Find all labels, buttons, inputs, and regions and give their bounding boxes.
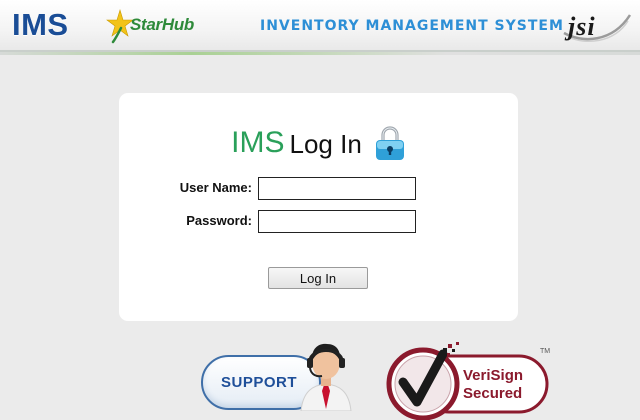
- support-button[interactable]: SUPPORT: [201, 343, 352, 411]
- trademark-mark: TM: [540, 348, 551, 355]
- password-label: Password:: [186, 213, 252, 228]
- verisign-secured-badge: VeriSign Secured TM: [381, 340, 553, 420]
- login-panel: IMS Log In User Name: Password: Log In: [119, 93, 518, 321]
- login-button[interactable]: Log In: [268, 267, 368, 289]
- jsi-logo: jsi: [568, 12, 596, 41]
- password-input[interactable]: [258, 210, 416, 233]
- username-label: User Name:: [179, 180, 252, 195]
- secured-label: Secured: [463, 385, 523, 402]
- lock-icon: [375, 126, 404, 160]
- ims-logo: IMS: [12, 7, 69, 42]
- verisign-label: VeriSign: [463, 367, 524, 384]
- login-title-text: Log In: [289, 129, 362, 159]
- system-title: INVENTORY MANAGEMENT SYSTEM: [260, 18, 564, 34]
- app-header: IMS StarHub INVENTORY MANAGEMENT SYSTEM …: [0, 0, 640, 55]
- login-title-brand: IMS: [231, 126, 285, 159]
- starhub-logo-text: StarHub: [130, 15, 195, 34]
- username-input[interactable]: [258, 177, 416, 200]
- support-label: SUPPORT: [221, 374, 298, 391]
- login-title: IMS Log In: [119, 125, 518, 161]
- customer-support-agent-icon: [300, 343, 352, 411]
